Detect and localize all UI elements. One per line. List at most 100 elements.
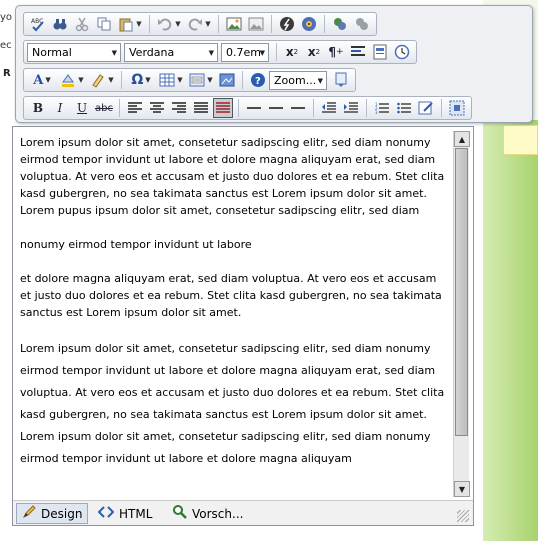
background-note [503, 125, 538, 155]
font-size-select[interactable]: 0.7em ▼ [221, 42, 269, 62]
cut-icon[interactable] [72, 14, 92, 34]
tab-label: Design [41, 506, 83, 521]
insert-image-icon[interactable] [217, 70, 237, 90]
tab-html[interactable]: HTML [93, 503, 157, 524]
flash-icon[interactable] [277, 14, 297, 34]
redo-icon[interactable]: ▼ [185, 14, 213, 34]
dropdown-arrow-icon: ▼ [111, 48, 117, 57]
horizontal-rule-2-icon[interactable] [266, 98, 286, 118]
spellcheck-icon[interactable]: ABC [28, 14, 48, 34]
scroll-down-arrow-icon[interactable]: ▼ [454, 481, 470, 497]
align-right-icon[interactable] [169, 98, 189, 118]
indent-icon[interactable] [341, 98, 361, 118]
background-text-fragment: yo [0, 12, 13, 23]
undo-icon[interactable]: ▼ [155, 14, 183, 34]
code-icon [97, 506, 115, 521]
separator [366, 99, 367, 117]
font-color-icon[interactable]: A ▼ [28, 70, 56, 90]
horizontal-rule-icon[interactable] [244, 98, 264, 118]
zoom-value: Zoom... [274, 73, 317, 87]
dropdown-arrow-icon: ▼ [136, 20, 142, 28]
paste-icon[interactable]: ▼ [116, 14, 144, 34]
tab-label: HTML [119, 506, 153, 521]
tab-label: Vorsch... [192, 506, 244, 521]
template-icon[interactable] [370, 42, 390, 62]
dropdown-arrow-icon: ▼ [207, 76, 213, 84]
superscript-icon[interactable]: x2 [282, 42, 302, 62]
paragraph-format-select[interactable]: Normal ▼ [27, 42, 121, 62]
separator [218, 15, 219, 33]
scroll-up-arrow-icon[interactable]: ▲ [454, 131, 470, 147]
dropdown-arrow-icon: ▼ [317, 76, 323, 85]
scrollbar-thumb[interactable] [455, 148, 468, 436]
link-icon[interactable] [330, 14, 350, 34]
editor-content-area[interactable]: Lorem ipsum dolor sit amet, consetetur s… [17, 131, 453, 497]
font-size-value: 0.7em [226, 45, 261, 59]
content-paragraph: Lorem ipsum dolor sit amet, consetetur s… [20, 342, 445, 465]
media-icon[interactable] [299, 14, 319, 34]
separator [119, 99, 120, 117]
find-icon[interactable] [50, 14, 70, 34]
separator [149, 15, 150, 33]
italic-icon[interactable]: I [50, 98, 70, 118]
separator [313, 99, 314, 117]
clean-format-icon[interactable]: ▼ [88, 70, 116, 90]
image-map-icon[interactable] [246, 14, 266, 34]
align-center-icon[interactable] [147, 98, 167, 118]
background-text-fragment: R [3, 68, 11, 79]
clock-icon[interactable] [392, 42, 412, 62]
numbered-list-icon[interactable]: 123 [372, 98, 392, 118]
image-icon[interactable] [224, 14, 244, 34]
separator [121, 71, 122, 89]
styles-icon[interactable] [348, 42, 368, 62]
content-paragraph: et dolore magna aliquyam erat, sed diam … [20, 272, 442, 319]
table-icon[interactable]: ▼ [157, 70, 185, 90]
highlight-color-icon[interactable]: ▼ [58, 70, 86, 90]
separator [242, 71, 243, 89]
zoom-select[interactable]: Zoom... ▼ [269, 70, 327, 90]
background-sidebar [483, 120, 538, 541]
separator [271, 15, 272, 33]
justify-full-icon[interactable] [213, 98, 233, 118]
dropdown-arrow-icon: ▼ [205, 20, 211, 28]
editor-toolbar: ABC ▼ ▼ ▼ Normal ▼ Verdana ▼ 0.7em ▼ x 2… [15, 5, 533, 123]
subscript-icon[interactable]: x2 [304, 42, 324, 62]
vertical-scrollbar[interactable]: ▲ ▼ [453, 131, 470, 497]
toolbar-row-3: A ▼ ▼ ▼ Ω ▼ ▼ ▼ ? Zoom... ▼ [23, 68, 356, 92]
strikethrough-icon[interactable]: abc [94, 98, 114, 118]
bold-icon[interactable]: B [28, 98, 48, 118]
toolbar-row-2: Normal ▼ Verdana ▼ 0.7em ▼ x2 x2 ¶ + [23, 40, 417, 64]
show-blocks-icon[interactable] [447, 98, 467, 118]
tab-design[interactable]: Design [16, 503, 89, 524]
dropdown-arrow-icon: ▼ [177, 76, 183, 84]
outdent-icon[interactable] [319, 98, 339, 118]
separator [276, 43, 277, 61]
font-name-select[interactable]: Verdana ▼ [124, 42, 218, 62]
paragraph-mark-icon[interactable]: ¶ + [326, 42, 346, 62]
bullet-list-icon[interactable] [394, 98, 414, 118]
properties-icon[interactable] [331, 70, 351, 90]
svg-text:3: 3 [375, 110, 378, 114]
copy-icon[interactable] [94, 14, 114, 34]
svg-text:?: ? [255, 76, 261, 87]
dropdown-arrow-icon: ▼ [108, 76, 114, 84]
toolbar-row-4: B I U abc 1 2 3 [23, 96, 472, 120]
resize-grip-icon[interactable] [457, 510, 469, 522]
dropdown-arrow-icon: ▼ [78, 76, 84, 84]
align-left-icon[interactable] [125, 98, 145, 118]
justify-icon[interactable] [191, 98, 211, 118]
help-icon[interactable]: ? [248, 70, 268, 90]
horizontal-rule-3-icon[interactable] [288, 98, 308, 118]
mode-tab-bar: Design HTML Vorsch... [13, 500, 473, 525]
separator [324, 15, 325, 33]
separator [441, 99, 442, 117]
form-icon[interactable]: ▼ [187, 70, 215, 90]
edit-icon[interactable] [416, 98, 436, 118]
separator [238, 99, 239, 117]
editor-frame: Lorem ipsum dolor sit amet, consetetur s… [12, 126, 474, 526]
tab-preview[interactable]: Vorsch... [168, 503, 248, 524]
special-char-icon[interactable]: Ω ▼ [127, 70, 155, 90]
unlink-icon[interactable] [352, 14, 372, 34]
dropdown-arrow-icon: ▼ [45, 76, 51, 84]
underline-icon[interactable]: U [72, 98, 92, 118]
